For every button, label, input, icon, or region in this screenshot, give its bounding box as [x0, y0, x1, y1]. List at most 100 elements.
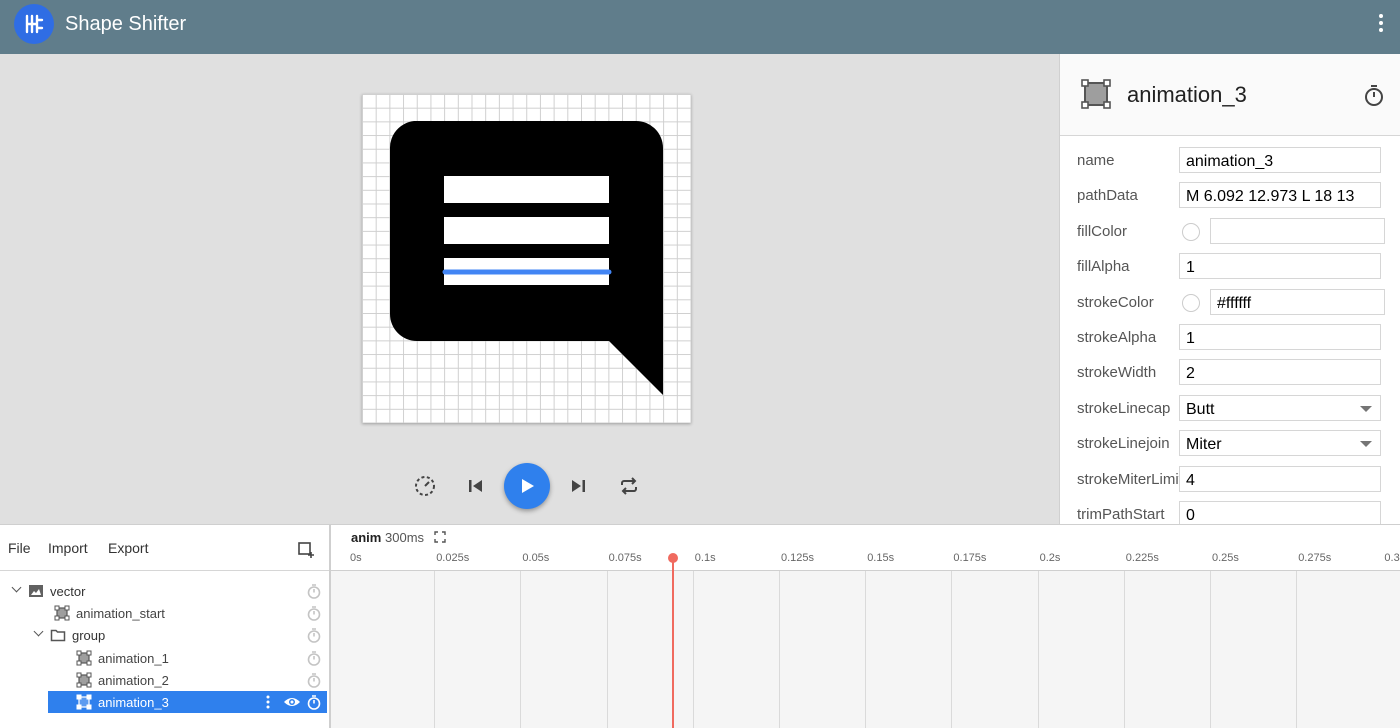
folder-icon — [50, 630, 66, 642]
animation-duration[interactable]: 300ms — [385, 530, 424, 545]
repeat-icon — [621, 477, 637, 495]
property-row-fillColor: fillColor — [1060, 214, 1400, 249]
dropdown-arrow-icon — [1360, 441, 1372, 448]
path-icon — [76, 672, 92, 688]
strokeMiterLimit-input[interactable]: 4 — [1179, 465, 1381, 492]
property-label: trimPathStart — [1077, 506, 1165, 523]
fillAlpha-input[interactable]: 1 — [1179, 253, 1381, 280]
property-row-strokeAlpha: strokeAlpha 1 — [1060, 320, 1400, 355]
skip-to-start-button[interactable] — [454, 463, 498, 509]
timeline-tick-label: 0.3s — [1384, 552, 1400, 564]
more-vert-icon[interactable] — [1378, 14, 1384, 36]
property-label: fillColor — [1077, 222, 1128, 240]
properties-header: animation_3 — [1060, 54, 1400, 136]
playback-speed-button[interactable] — [403, 463, 447, 509]
import-menu-button[interactable]: Import — [48, 540, 88, 556]
more-vert-icon[interactable] — [265, 694, 271, 710]
property-row-strokeWidth: strokeWidth 2 — [1060, 355, 1400, 390]
expand-chevron-icon[interactable] — [33, 626, 44, 637]
fillColor-input[interactable] — [1210, 217, 1385, 244]
property-label: name — [1077, 152, 1115, 169]
layer-list-panel: File Import Export vector animation_start… — [0, 524, 329, 728]
property-row-strokeColor: strokeColor #ffffff — [1060, 285, 1400, 320]
vector-drawing — [389, 121, 663, 395]
timeline-header: anim 300ms 0s 0.025s 0.05s 0.075s 0.1s 0.125s… — [331, 525, 1400, 571]
fullscreen-icon[interactable] — [434, 531, 446, 543]
path-icon — [54, 605, 70, 621]
layer-row[interactable]: animation_1 — [0, 647, 329, 669]
color-swatch[interactable] — [1182, 222, 1200, 241]
timer-icon[interactable] — [1362, 83, 1386, 107]
text-line-1 — [444, 176, 609, 203]
play-button[interactable] — [504, 463, 550, 509]
property-label: strokeLinecap — [1077, 399, 1171, 417]
layer-row[interactable]: animation_start — [0, 602, 329, 624]
export-menu-button[interactable]: Export — [108, 540, 148, 556]
timer-icon[interactable] — [306, 650, 322, 666]
timeline-tick-label: 0.125s — [781, 552, 815, 564]
timeline-panel: anim 300ms 0s 0.025s 0.05s 0.075s 0.1s 0.125s… — [329, 524, 1400, 728]
visibility-icon[interactable] — [283, 694, 301, 710]
shape-shifter-logo-icon — [25, 14, 44, 34]
timeline-grid-line — [779, 571, 780, 728]
trimPathStart-input[interactable]: 0 — [1179, 501, 1381, 524]
property-row-trimPathStart: trimPathStart 0 — [1060, 497, 1400, 524]
property-value: animation_3 — [1186, 153, 1274, 170]
timeline-grid-line — [865, 571, 867, 728]
dropdown-arrow-icon — [1360, 405, 1372, 412]
layer-row[interactable]: vector — [0, 580, 329, 602]
layer-row[interactable]: animation_2 — [0, 669, 329, 691]
timer-icon[interactable] — [306, 694, 322, 710]
timeline-tick-label: 0.05s — [522, 552, 550, 564]
playback-controls — [0, 463, 1058, 509]
layer-list-toolbar: File Import Export — [0, 525, 329, 571]
skip-to-end-button[interactable] — [556, 463, 600, 509]
timer-icon[interactable] — [306, 583, 322, 599]
animation-name[interactable]: anim — [351, 530, 381, 545]
layer-row[interactable]: animation_3 — [0, 691, 329, 713]
timeline-tick-label: 0s — [350, 552, 362, 564]
property-value: 2 — [1186, 365, 1195, 383]
properties-panel: animation_3 name animation_3 pathData M 6.0… — [1059, 54, 1400, 524]
strokeLinejoin-input[interactable]: Miter — [1179, 430, 1381, 457]
property-label: strokeAlpha — [1077, 329, 1157, 346]
playhead-handle[interactable] — [668, 553, 678, 563]
timeline-tick-label: 0.25s — [1212, 552, 1239, 564]
timeline-grid-line — [1037, 571, 1039, 728]
repeat-button[interactable] — [607, 463, 651, 509]
timeline-tick-label: 0.225s — [1125, 552, 1159, 564]
file-menu-button[interactable]: File — [8, 540, 31, 556]
add-layer-icon[interactable] — [297, 541, 315, 559]
property-row-pathData: pathData M 6.092 12.973 L 18 13 — [1060, 178, 1400, 213]
color-swatch[interactable] — [1182, 293, 1200, 312]
timer-icon[interactable] — [306, 605, 322, 621]
timer-icon[interactable] — [306, 672, 322, 688]
timeline-grid-line — [1123, 571, 1125, 728]
property-value: Butt — [1186, 400, 1215, 418]
timeline-grid-line — [606, 571, 608, 728]
property-value: 1 — [1186, 330, 1195, 347]
timeline-tick-label: 0.2s — [1039, 552, 1061, 564]
strokeLinecap-input[interactable]: Butt — [1179, 394, 1381, 421]
expand-chevron-icon[interactable] — [11, 582, 22, 593]
layer-label: animation_2 — [98, 672, 169, 688]
vector-canvas[interactable] — [362, 94, 691, 423]
layer-label: animation_1 — [98, 650, 169, 666]
property-value: 4 — [1186, 471, 1195, 489]
layer-label: animation_start — [76, 606, 165, 622]
strokeAlpha-input[interactable]: 1 — [1179, 324, 1381, 350]
skip-previous-icon — [469, 480, 482, 492]
property-value: Miter — [1186, 436, 1222, 454]
timeline-tick-label: 0.275s — [1298, 552, 1332, 564]
name-input[interactable]: animation_3 — [1179, 147, 1381, 173]
playhead-line[interactable] — [672, 558, 674, 728]
timer-icon[interactable] — [306, 627, 322, 644]
property-value: 0 — [1186, 507, 1195, 524]
timeline-grid-line — [951, 571, 953, 728]
strokeWidth-input[interactable]: 2 — [1179, 359, 1381, 386]
selected-layer-title: animation_3 — [1127, 82, 1247, 107]
property-label: strokeMiterLimit — [1077, 470, 1183, 488]
strokeColor-input[interactable]: #ffffff — [1210, 288, 1385, 315]
layer-row[interactable]: group — [0, 624, 329, 646]
pathData-input[interactable]: M 6.092 12.973 L 18 13 — [1179, 182, 1381, 209]
